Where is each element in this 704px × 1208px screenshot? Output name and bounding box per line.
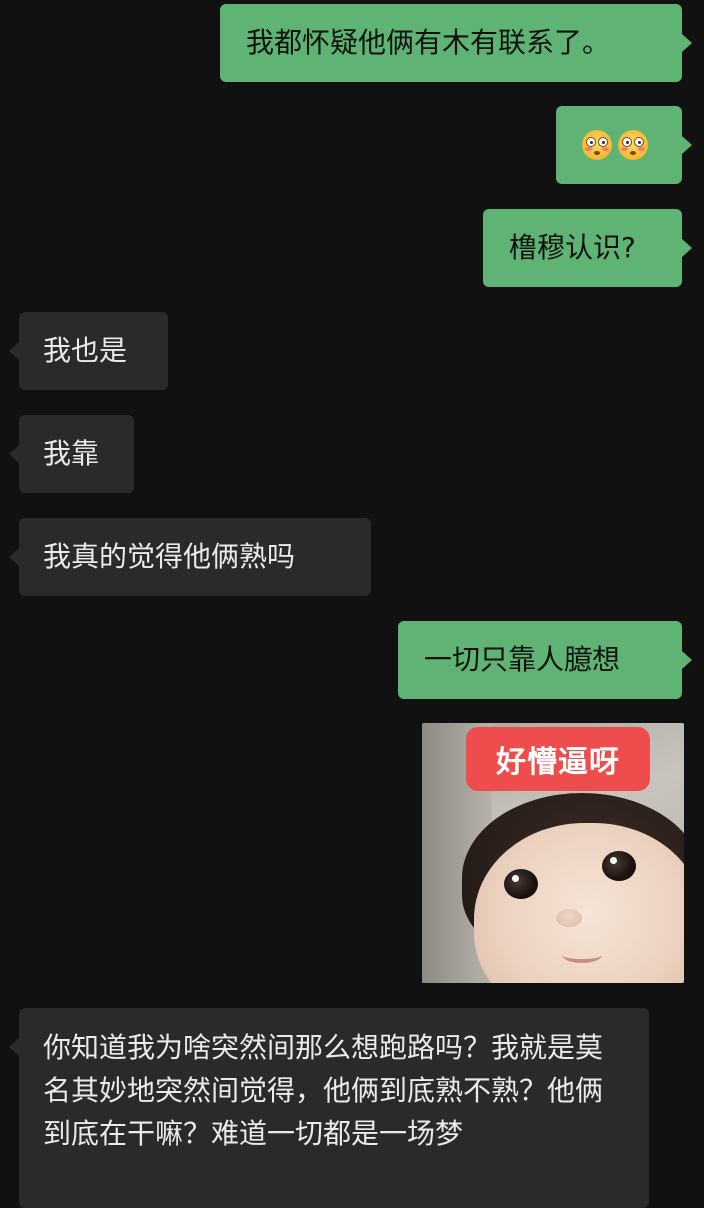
- sticker-caption: 好懵逼呀: [466, 727, 650, 791]
- message-text: 我也是: [43, 334, 128, 367]
- emoji-row: [582, 123, 662, 167]
- sticker-eye: [504, 869, 538, 899]
- sticker-mouth: [562, 947, 602, 963]
- chat-thread[interactable]: 我都怀疑他俩有木有联系了。 橹穆认识? 我也是 我靠 我真的觉得他俩熟吗 一切只…: [0, 0, 704, 1208]
- message-text: 我靠: [43, 437, 100, 470]
- flushed-face-emoji: [582, 130, 612, 160]
- message-text: 我都怀疑他俩有木有联系了。: [246, 26, 611, 59]
- flushed-face-emoji: [618, 130, 648, 160]
- message-text: 你知道我为啥突然间那么想跑路吗？我就是莫名其妙地突然间觉得，他俩到底熟不熟？他俩…: [43, 1031, 604, 1150]
- outgoing-message-bubble[interactable]: 我都怀疑他俩有木有联系了。: [220, 4, 692, 82]
- incoming-message-bubble[interactable]: 我也是: [9, 312, 168, 390]
- baby-face-sticker[interactable]: 好懵逼呀: [422, 723, 684, 983]
- message-text: 一切只靠人臆想: [424, 643, 621, 676]
- sticker-eye: [602, 851, 636, 881]
- incoming-message-bubble[interactable]: 你知道我为啥突然间那么想跑路吗？我就是莫名其妙地突然间觉得，他俩到底熟不熟？他俩…: [9, 1008, 649, 1208]
- incoming-message-bubble[interactable]: 我真的觉得他俩熟吗: [9, 518, 371, 596]
- sticker-nose: [556, 909, 582, 927]
- outgoing-message-bubble[interactable]: 橹穆认识?: [483, 209, 692, 287]
- outgoing-emoji-bubble[interactable]: [556, 106, 692, 184]
- incoming-message-bubble[interactable]: 我靠: [9, 415, 134, 493]
- message-text: 橹穆认识?: [509, 231, 636, 264]
- outgoing-message-bubble[interactable]: 一切只靠人臆想: [398, 621, 692, 699]
- message-text: 我真的觉得他俩熟吗: [43, 540, 296, 573]
